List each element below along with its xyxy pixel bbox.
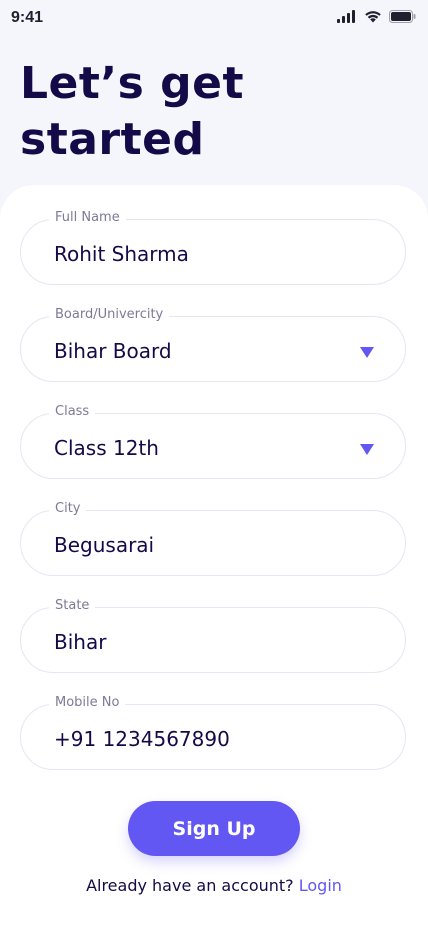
dropdown-caret-icon[interactable] bbox=[360, 347, 374, 358]
mobile-label: Mobile No bbox=[49, 695, 126, 710]
class-select[interactable]: Class Class 12th bbox=[20, 404, 406, 479]
full-name-label: Full Name bbox=[49, 210, 126, 225]
login-prompt: Already have an account? Login bbox=[0, 876, 428, 895]
page-title-line2: started bbox=[20, 114, 205, 165]
full-name-value: Rohit Sharma bbox=[54, 242, 189, 266]
battery-icon bbox=[389, 10, 416, 23]
cellular-signal-icon bbox=[337, 10, 355, 23]
wifi-icon bbox=[365, 11, 381, 23]
board-value: Bihar Board bbox=[54, 339, 172, 363]
page-title: Let’s get started bbox=[20, 56, 244, 168]
page-title-line1: Let’s get bbox=[20, 58, 245, 109]
mobile-field[interactable]: Mobile No +91 1234567890 bbox=[20, 695, 406, 770]
board-label: Board/Univercity bbox=[49, 307, 170, 322]
dropdown-caret-icon[interactable] bbox=[360, 444, 374, 455]
status-icons bbox=[337, 10, 416, 23]
city-field[interactable]: City Begusarai bbox=[20, 501, 406, 576]
state-label: State bbox=[49, 598, 96, 613]
login-prompt-text: Already have an account? bbox=[86, 876, 294, 895]
state-value: Bihar bbox=[54, 630, 107, 654]
status-bar: 9:41 bbox=[0, 0, 428, 36]
status-time: 9:41 bbox=[11, 9, 44, 26]
city-label: City bbox=[49, 501, 87, 516]
state-field[interactable]: State Bihar bbox=[20, 598, 406, 673]
board-select[interactable]: Board/Univercity Bihar Board bbox=[20, 307, 406, 382]
class-value: Class 12th bbox=[54, 436, 159, 460]
full-name-field[interactable]: Full Name Rohit Sharma bbox=[20, 210, 406, 285]
class-label: Class bbox=[49, 404, 96, 419]
city-value: Begusarai bbox=[54, 533, 155, 557]
sign-up-button[interactable]: Sign Up bbox=[128, 801, 300, 856]
login-link[interactable]: Login bbox=[299, 876, 342, 895]
mobile-value: +91 1234567890 bbox=[54, 727, 230, 751]
